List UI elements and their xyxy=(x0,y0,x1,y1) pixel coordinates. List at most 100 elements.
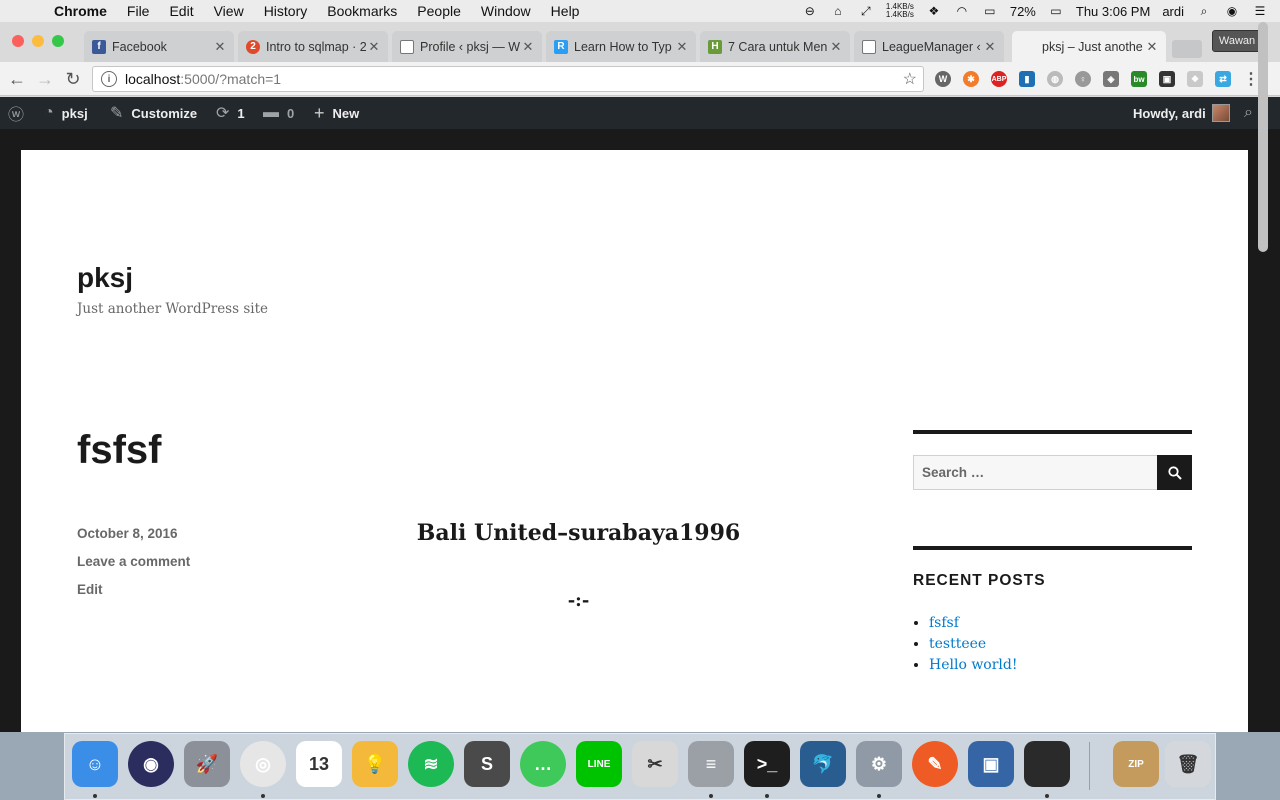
battery-percent[interactable]: 72% xyxy=(1010,4,1036,19)
console-icon[interactable] xyxy=(1024,741,1070,787)
system-preferences-icon[interactable]: ⚙ xyxy=(856,741,902,787)
database-icon[interactable]: ≡ xyxy=(688,741,734,787)
siri-icon[interactable]: ◉ xyxy=(128,741,174,787)
menu-file[interactable]: File xyxy=(127,3,150,19)
tab-7-cara[interactable]: H 7 Cara untuk Men ✕ xyxy=(700,31,850,62)
close-tab-icon[interactable]: ✕ xyxy=(520,39,536,55)
postman-icon[interactable]: ✎ xyxy=(912,741,958,787)
airplay-icon[interactable]: ▭ xyxy=(982,4,998,18)
menu-app-chrome[interactable]: Chrome xyxy=(54,3,107,19)
adblock-plus-icon[interactable]: ABP xyxy=(991,71,1007,87)
calendar-icon[interactable]: 13 xyxy=(296,741,342,787)
trash-icon[interactable]: 🗑 xyxy=(1165,741,1211,787)
bulb-extension-icon[interactable]: ♀ xyxy=(1075,71,1091,87)
admin-updates-link[interactable]: ⟳ 1 xyxy=(216,97,245,129)
wordpress-extension-icon[interactable]: W xyxy=(935,71,951,87)
profile-button[interactable]: Wawan xyxy=(1212,30,1262,52)
close-tab-icon[interactable]: ✕ xyxy=(366,39,382,55)
bw-extension-icon[interactable]: bw xyxy=(1131,71,1147,87)
menu-help[interactable]: Help xyxy=(551,3,580,19)
archive-icon[interactable]: ZIP xyxy=(1113,741,1159,787)
search-button[interactable] xyxy=(1157,455,1192,490)
recent-post-link[interactable]: Hello world! xyxy=(929,657,1018,673)
menu-window[interactable]: Window xyxy=(481,3,531,19)
reload-icon[interactable]: ↻ xyxy=(62,68,84,90)
minimize-window-button[interactable] xyxy=(32,35,44,47)
wifi-icon[interactable]: ◠ xyxy=(954,4,970,18)
finder-icon[interactable]: ☺ xyxy=(72,741,118,787)
admin-customize-link[interactable]: ✎ Customize xyxy=(110,97,197,129)
recent-post-link[interactable]: testteee xyxy=(929,636,986,652)
close-tab-icon[interactable]: ✕ xyxy=(1144,39,1160,55)
menu-edit[interactable]: Edit xyxy=(169,3,193,19)
network-speed[interactable]: 1.4KB/s 1.4KB/s xyxy=(886,3,914,19)
scissors-icon[interactable]: ✂ xyxy=(632,741,678,787)
mysql-workbench-icon[interactable]: 🐬 xyxy=(800,741,846,787)
spotify-icon[interactable]: ≋ xyxy=(408,741,454,787)
back-icon[interactable]: ← xyxy=(6,68,28,90)
admin-account-menu[interactable]: Howdy, ardi xyxy=(1133,97,1230,129)
site-info-icon[interactable]: i xyxy=(101,71,117,87)
shield-extension-icon[interactable]: ◈ xyxy=(1103,71,1119,87)
dropbox-icon[interactable]: ❖ xyxy=(926,4,942,18)
recent-post-link[interactable]: fsfsf xyxy=(929,615,959,631)
tab-facebook[interactable]: f Facebook ✕ xyxy=(84,31,234,62)
admin-new-link[interactable]: + New xyxy=(314,97,359,129)
admin-site-link[interactable]: ◔ pksj xyxy=(44,97,88,129)
edit-post-link[interactable]: Edit xyxy=(77,582,103,597)
post-date[interactable]: October 8, 2016 xyxy=(77,526,178,541)
status-circle-icon[interactable]: ⊖ xyxy=(802,4,818,18)
sublime-icon[interactable]: S xyxy=(464,741,510,787)
line-icon[interactable]: LINE xyxy=(576,741,622,787)
tab-learn-typing[interactable]: R Learn How to Typ ✕ xyxy=(546,31,696,62)
resize-icon[interactable]: ⤢ xyxy=(858,4,874,18)
wordpress-logo-icon[interactable]: ⓦ xyxy=(8,97,24,129)
menu-view[interactable]: View xyxy=(214,3,244,19)
launchpad-icon[interactable]: 🚀 xyxy=(184,741,230,787)
menu-history[interactable]: History xyxy=(264,3,308,19)
bookmark-star-icon[interactable]: ☆ xyxy=(903,69,917,89)
leave-comment-link[interactable]: Leave a comment xyxy=(77,554,190,569)
menu-bookmarks[interactable]: Bookmarks xyxy=(327,3,397,19)
address-bar[interactable]: i localhost:5000/?match=1 ☆ xyxy=(92,66,924,92)
lock-status-icon[interactable]: ⌂ xyxy=(830,4,846,18)
tab-pksj-active[interactable]: pksj – Just anothe ✕ xyxy=(1012,31,1166,62)
chrome-icon[interactable]: ◎ xyxy=(240,741,286,787)
new-tab-button[interactable] xyxy=(1172,40,1202,58)
close-window-button[interactable] xyxy=(12,35,24,47)
virtualbox-icon[interactable]: ▣ xyxy=(968,741,1014,787)
clock[interactable]: Thu 3:06 PM xyxy=(1076,4,1150,19)
siri-menu-icon[interactable]: ◉ xyxy=(1224,4,1240,18)
close-tab-icon[interactable]: ✕ xyxy=(828,39,844,55)
analytics-extension-icon[interactable]: ▮ xyxy=(1019,71,1035,87)
page-scrollbar[interactable] xyxy=(1258,22,1268,252)
close-tab-icon[interactable]: ✕ xyxy=(674,39,690,55)
admin-comments-link[interactable]: ▬ 0 xyxy=(263,97,294,129)
wp-admin-bar: ⓦ ◔ pksj ✎ Customize ⟳ 1 ▬ 0 + New Howdy… xyxy=(0,97,1280,129)
whatsapp-icon[interactable]: … xyxy=(520,741,566,787)
terminal-icon[interactable]: >_ xyxy=(744,741,790,787)
forward-icon[interactable]: → xyxy=(34,68,56,90)
tab-manager-extension-icon[interactable]: ▣ xyxy=(1159,71,1175,87)
admin-search-icon[interactable]: ⌕ xyxy=(1244,97,1253,129)
translate-extension-icon[interactable]: ⇄ xyxy=(1215,71,1231,87)
menu-people[interactable]: People xyxy=(417,3,461,19)
orange-extension-icon[interactable]: ✱ xyxy=(963,71,979,87)
site-title[interactable]: pksj xyxy=(77,262,133,294)
chrome-menu-icon[interactable]: ⋮ xyxy=(1243,71,1259,88)
battery-icon[interactable]: ▭ xyxy=(1048,4,1064,18)
dropbox-extension-icon[interactable]: ❖ xyxy=(1187,71,1203,87)
globe-extension-icon[interactable]: ◍ xyxy=(1047,71,1063,87)
widget-divider xyxy=(913,430,1192,434)
fullscreen-window-button[interactable] xyxy=(52,35,64,47)
search-input[interactable]: Search … xyxy=(913,455,1158,490)
spotlight-icon[interactable]: ⌕ xyxy=(1196,4,1212,18)
tab-leaguemanager[interactable]: LeagueManager ‹ ✕ xyxy=(854,31,1004,62)
tab-sqlmap[interactable]: 2 Intro to sqlmap · 2 ✕ xyxy=(238,31,388,62)
tab-profile[interactable]: Profile ‹ pksj — W ✕ xyxy=(392,31,542,62)
close-tab-icon[interactable]: ✕ xyxy=(982,39,998,55)
menu-user[interactable]: ardi xyxy=(1162,4,1184,19)
lightbulb-icon[interactable]: 💡 xyxy=(352,741,398,787)
notification-center-icon[interactable]: ☰ xyxy=(1252,4,1268,18)
close-tab-icon[interactable]: ✕ xyxy=(212,39,228,55)
